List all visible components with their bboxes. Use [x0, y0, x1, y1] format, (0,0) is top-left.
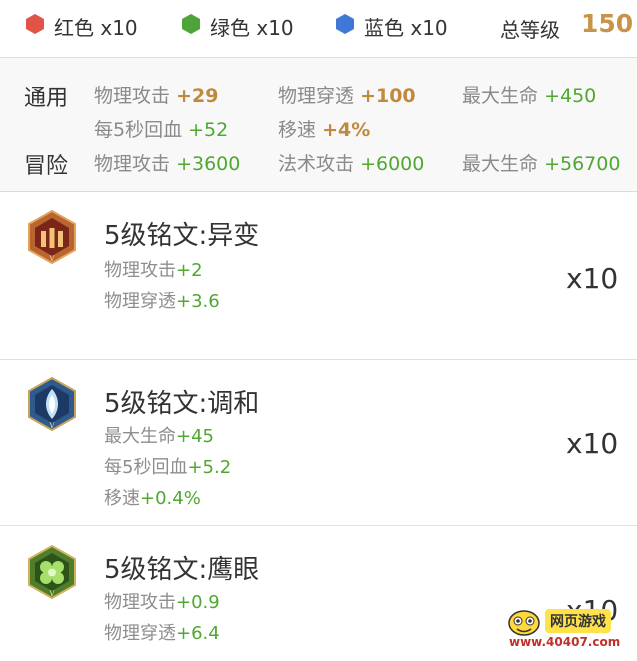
inscription-color-bar: 红色 x10 绿色 x10 蓝色 x10 总等级 150 — [0, 0, 637, 58]
adventure-category-label: 冒险 — [24, 154, 69, 179]
total-level-value: 150 — [581, 9, 634, 38]
watermark-url: www.40407.com — [509, 635, 621, 649]
adventure-stat: 法术攻击 +6000 — [278, 153, 425, 175]
inscription-stat: 物理穿透+6.4 — [104, 623, 220, 644]
inscription-count: x10 — [566, 262, 619, 295]
inscription-stat: 物理穿透+3.6 — [104, 291, 220, 312]
blue-gem-icon — [336, 14, 354, 34]
general-category-label: 通用 — [24, 86, 69, 111]
svg-text:V: V — [48, 422, 55, 430]
general-stat: 物理穿透 +100 — [278, 85, 416, 107]
red-inscription-icon: V — [28, 209, 76, 265]
total-level-label: 总等级 — [500, 18, 560, 42]
green-inscription-icon: V — [28, 544, 76, 600]
inscription-row[interactable]: V 5级铭文:异变 物理攻击+2 物理穿透+3.6 x10 — [0, 192, 637, 360]
general-stat: 移速 +4% — [278, 119, 371, 141]
general-stat: 最大生命 +450 — [462, 85, 597, 107]
red-gem-icon — [26, 14, 44, 34]
red-gem-count: 红色 x10 — [54, 16, 138, 40]
inscription-title: 5级铭文:鹰眼 — [104, 555, 260, 585]
inscription-title: 5级铭文:调和 — [104, 389, 260, 419]
inscription-stat: 物理攻击+0.9 — [104, 592, 220, 613]
green-gem-count: 绿色 x10 — [210, 16, 294, 40]
inscription-title: 5级铭文:异变 — [104, 221, 260, 251]
inscription-stat: 最大生命+45 — [104, 426, 214, 447]
mascot-icon — [508, 610, 540, 636]
blue-gem-count: 蓝色 x10 — [364, 16, 448, 40]
inscription-count: x10 — [566, 427, 619, 460]
svg-text:V: V — [48, 590, 55, 598]
green-gem-icon — [182, 14, 200, 34]
general-stat: 物理攻击 +29 — [94, 85, 219, 107]
stats-summary: 通用 物理攻击 +29 物理穿透 +100 最大生命 +450 每5秒回血 +5… — [0, 58, 637, 192]
blue-inscription-icon: V — [28, 376, 76, 432]
adventure-stat: 物理攻击 +3600 — [94, 153, 241, 175]
inscription-stat: 每5秒回血+5.2 — [104, 457, 232, 478]
adventure-stat: 最大生命 +56700 — [462, 153, 621, 175]
inscription-stat: 移速+0.4% — [104, 488, 201, 509]
inscription-stat: 物理攻击+2 — [104, 260, 203, 281]
watermark-text: 网页游戏 — [545, 609, 611, 633]
general-stat: 每5秒回血 +52 — [94, 119, 229, 141]
svg-text:V: V — [48, 255, 55, 263]
inscription-row[interactable]: V 5级铭文:调和 最大生命+45 每5秒回血+5.2 移速+0.4% x10 — [0, 360, 637, 526]
site-watermark: 网页游戏 www.40407.com — [505, 605, 633, 657]
